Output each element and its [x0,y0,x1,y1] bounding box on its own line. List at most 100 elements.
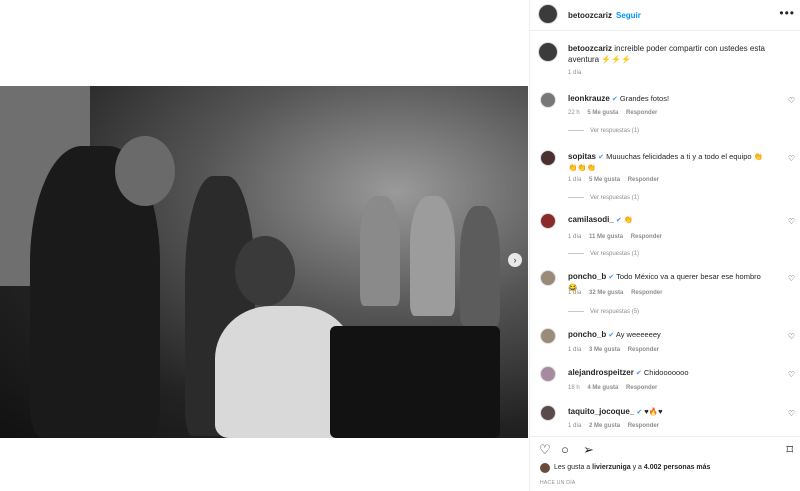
comment-username[interactable]: poncho_b [568,330,606,339]
comment-meta: 1 día 2 Me gusta Responder [568,423,665,429]
reply-button[interactable]: Responder [626,385,657,391]
comment-username[interactable]: alejandrospeitzer [568,368,634,377]
comment-likes[interactable]: 3 Me gusta [589,347,620,353]
likes-count[interactable]: 4.002 personas más [644,464,711,471]
comment-avatar[interactable] [540,92,556,108]
person-left-head [115,136,175,206]
comment-meta: 1 día 5 Me gusta Responder [568,177,665,183]
separator-dot: • [609,10,612,19]
save-bookmark-icon[interactable]: ⌑ [786,443,793,456]
comment-username[interactable]: leonkrauze [568,94,610,103]
post-caption: betoozcariz increible poder compartir co… [568,43,788,65]
likes-prefix: Les gusta a [554,464,593,471]
person-seated-head [235,236,295,306]
reply-button[interactable]: Responder [628,177,659,183]
more-options-icon[interactable]: ••• [779,6,795,20]
follow-button[interactable]: Seguir [616,11,641,20]
comment-like-heart-icon[interactable]: ♡ [788,217,795,226]
likes-middle: y a [630,464,644,471]
comment-meta: 1 día 11 Me gusta Responder [568,234,668,240]
comment-time: 1 día [568,423,582,429]
post-timestamp: HACE UN DÍA [540,480,576,486]
post-actions-bar: ♡ ○ ➢ ⌑ [530,436,800,461]
comment-avatar[interactable] [540,213,556,229]
like-heart-icon[interactable]: ♡ [539,443,551,456]
comment-meta: 22 h 5 Me gusta Responder [568,110,663,116]
author-avatar[interactable] [538,4,558,24]
comment-like-heart-icon[interactable]: ♡ [788,274,795,283]
comment-time: 1 día [568,347,582,353]
comment-text: 👏 [623,215,634,224]
comment-username[interactable]: taquito_jocoque_ [568,407,634,416]
comment-meta: 18 h 4 Me gusta Responder [568,385,663,391]
crowd-person [410,196,455,316]
liker-username[interactable]: livierzuniga [592,464,631,471]
comment-like-heart-icon[interactable]: ♡ [788,154,795,163]
post-side-panel: betoozcariz • Seguir ••• betoozcariz inc… [529,0,800,491]
post-photo[interactable] [0,86,528,438]
comment-likes[interactable]: 2 Me gusta [589,423,620,429]
comment-time: 1 día [568,177,582,183]
comment-body: leonkrauze ✔ Grandes fotos! [568,94,768,105]
verified-badge-icon: ✔ [608,332,615,339]
comment-body: taquito_jocoque_ ✔ ♥🔥♥ [568,407,768,418]
comment-like-heart-icon[interactable]: ♡ [788,96,795,105]
comment-likes[interactable]: 32 Me gusta [589,290,623,296]
comment-avatar[interactable] [540,328,556,344]
view-replies-button[interactable]: Ver respuestas (5) [568,309,639,315]
comment-time: 22 h [568,110,580,116]
comment-time: 1 día [568,290,582,296]
comment-time: 1 día [568,234,582,240]
comment-username[interactable]: poncho_b [568,272,606,281]
share-send-icon[interactable]: ➢ [583,443,594,456]
view-replies-button[interactable]: Ver respuestas (1) [568,195,639,201]
caption-author-avatar[interactable] [538,42,558,62]
comment-like-heart-icon[interactable]: ♡ [788,370,795,379]
comment-likes[interactable]: 4 Me gusta [587,385,618,391]
comment-likes[interactable]: 5 Me gusta [587,110,618,116]
view-replies-button[interactable]: Ver respuestas (1) [568,251,639,257]
comment-username[interactable]: sopitas [568,152,596,161]
comment-bubble-icon[interactable]: ○ [561,443,569,456]
comment-meta: 1 día 3 Me gusta Responder [568,347,665,353]
reply-button[interactable]: Responder [628,347,659,353]
comment-likes[interactable]: 11 Me gusta [589,234,623,240]
comment-text: ♥🔥♥ [644,407,663,416]
author-username[interactable]: betoozcariz [568,11,612,20]
comment-text: Chidooooooo [643,368,689,377]
verified-badge-icon: ✔ [615,217,622,224]
comment-body: camilasodi_ ✔ 👏 [568,215,768,226]
view-replies-button[interactable]: Ver respuestas (1) [568,128,639,134]
comment-avatar[interactable] [540,150,556,166]
comment-username[interactable]: camilasodi_ [568,215,614,224]
reply-button[interactable]: Responder [631,290,662,296]
caption-author-username[interactable]: betoozcariz [568,44,612,53]
comment-body: sopitas ✔ Muuuchas felicidades a ti y a … [568,152,768,173]
caption-timestamp: 1 día [568,70,582,76]
crowd-person [460,206,500,326]
comment-avatar[interactable] [540,270,556,286]
verified-badge-icon: ✔ [598,154,604,161]
verified-badge-icon: ✔ [635,370,642,377]
comment-meta: 1 día 32 Me gusta Responder [568,290,668,296]
comment-avatar[interactable] [540,366,556,382]
photo-area: › [0,0,528,491]
camera-equipment [330,326,500,438]
comment-avatar[interactable] [540,405,556,421]
crowd-person [360,196,400,306]
comment-like-heart-icon[interactable]: ♡ [788,409,795,418]
verified-badge-icon: ✔ [636,409,643,416]
verified-badge-icon: ✔ [611,96,618,103]
carousel-next-button[interactable]: › [508,253,522,267]
reply-button[interactable]: Responder [626,110,657,116]
reply-button[interactable]: Responder [631,234,662,240]
comment-body: poncho_b ✔ Ay weeeeeey [568,330,768,341]
comment-like-heart-icon[interactable]: ♡ [788,332,795,341]
comment-text: Grandes fotos! [619,94,670,103]
comment-text: Ay weeeeeey [615,330,661,339]
liker-avatar[interactable] [540,463,550,473]
post-header: betoozcariz • Seguir ••• [530,0,800,31]
reply-button[interactable]: Responder [628,423,659,429]
comment-time: 18 h [568,385,580,391]
comment-likes[interactable]: 5 Me gusta [589,177,620,183]
